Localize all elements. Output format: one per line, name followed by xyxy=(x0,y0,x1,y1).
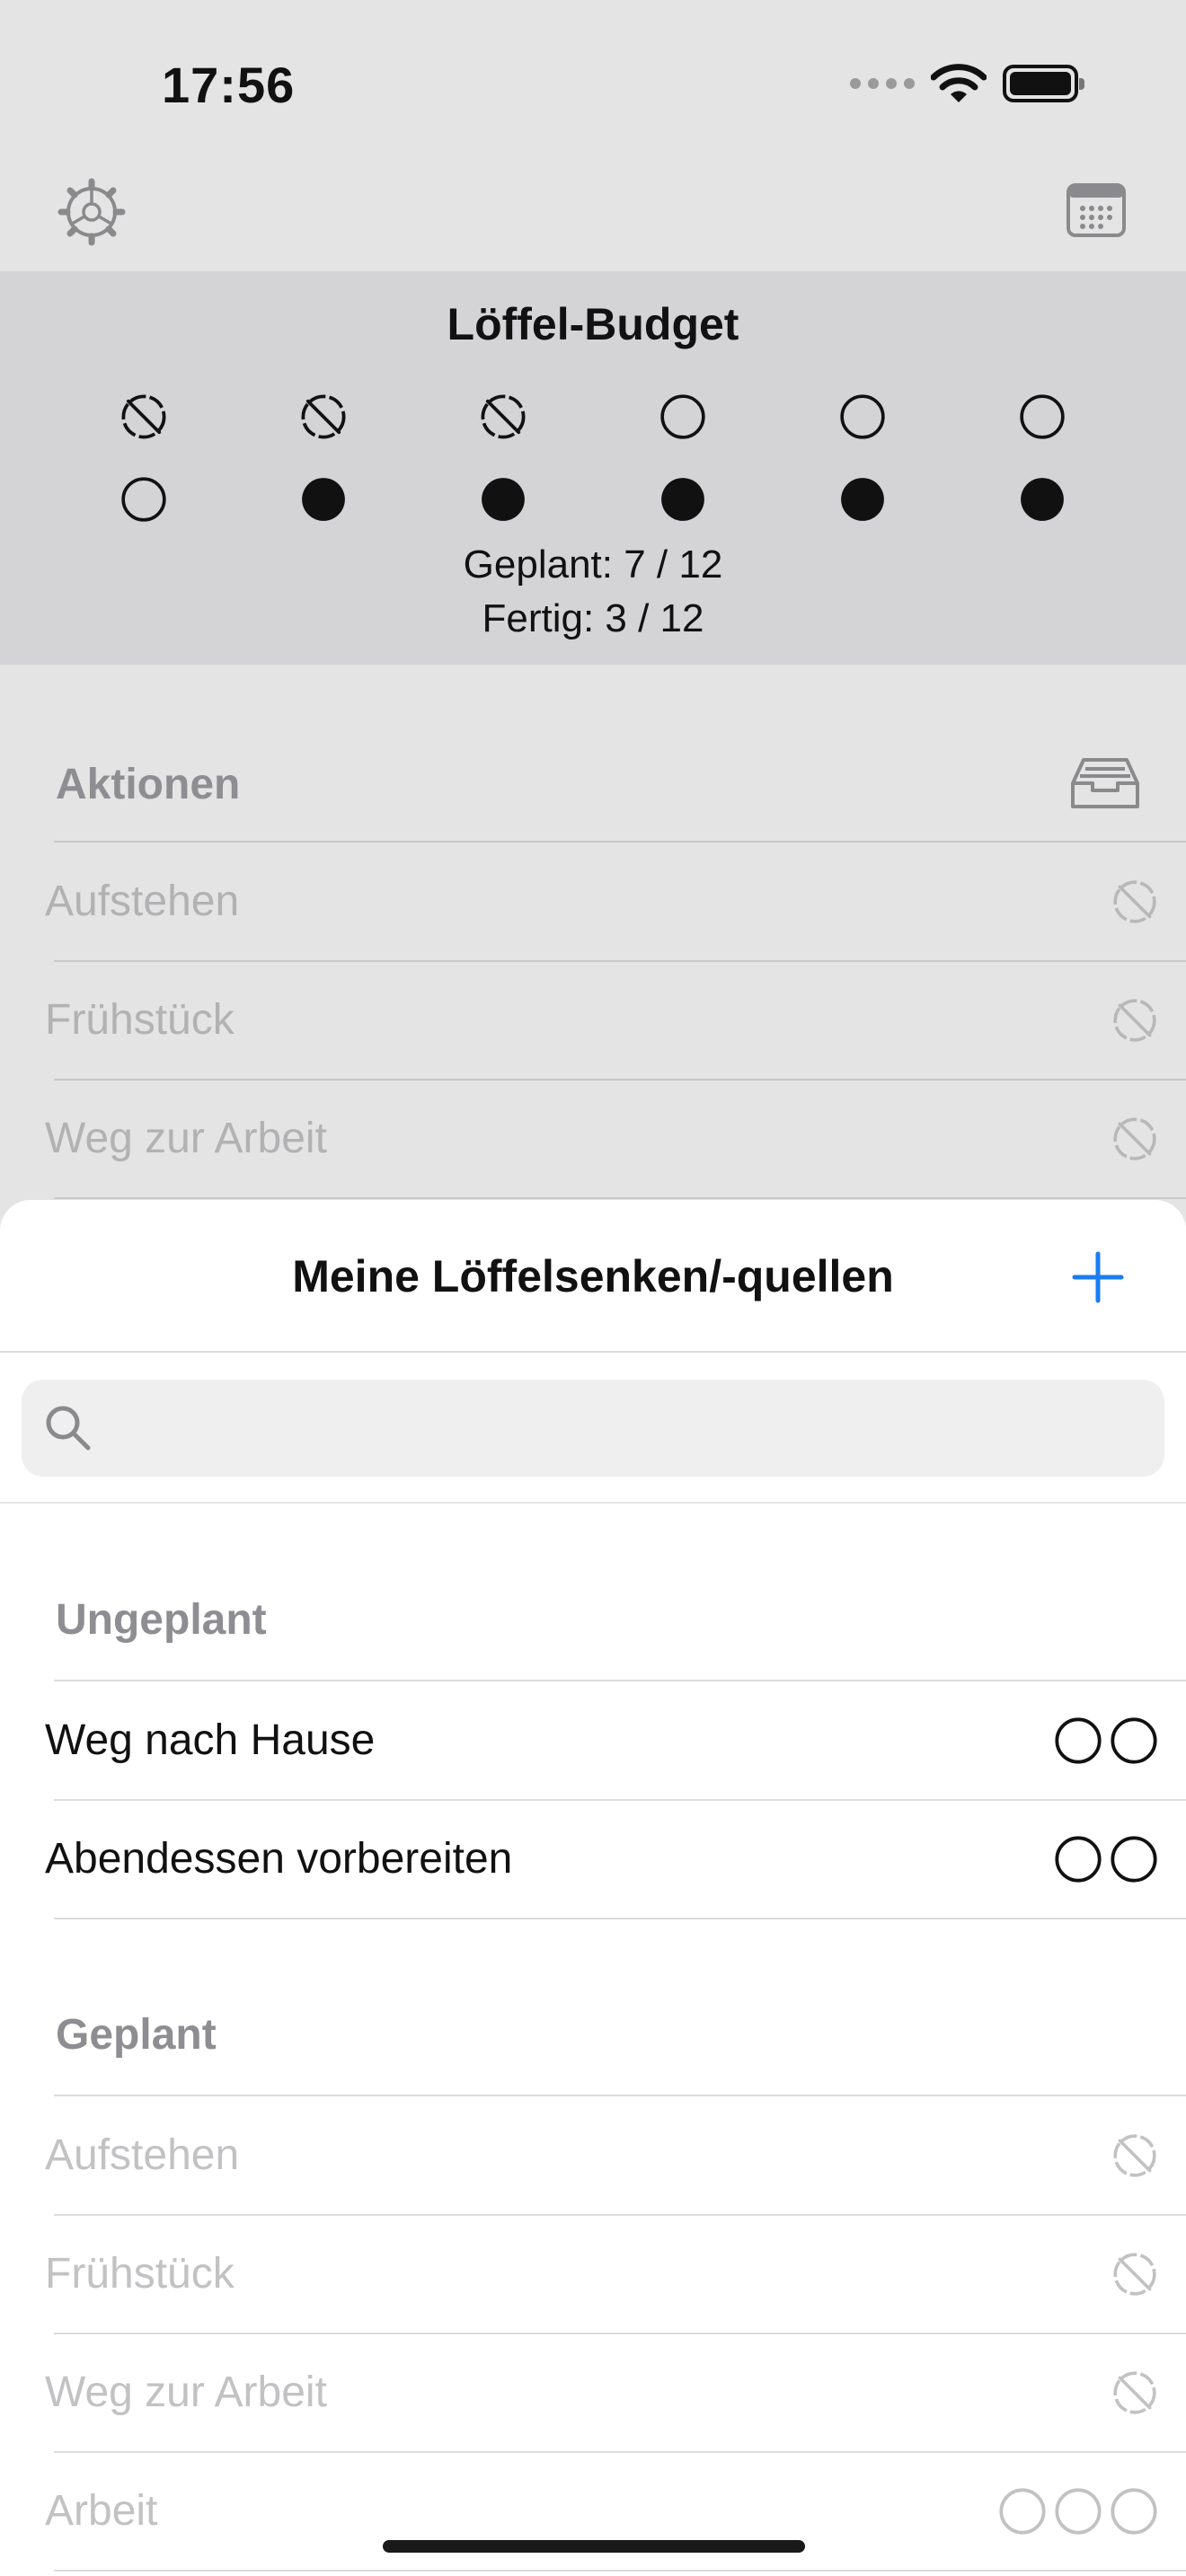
spoon-used-icon xyxy=(301,394,346,439)
unplanned-header: Ungeplant xyxy=(56,1596,267,1644)
divider xyxy=(0,1351,1186,1353)
search-icon xyxy=(46,1406,91,1451)
spoon-empty-icon xyxy=(1055,2488,1102,2535)
spoon-empty-icon xyxy=(999,2488,1046,2535)
spoon-slot xyxy=(952,475,1132,524)
spoon-filled-icon xyxy=(302,478,345,521)
list-item[interactable]: Abendessen vorbereiten xyxy=(0,1800,1186,1919)
search-input[interactable] xyxy=(111,1380,1139,1478)
inbox-tray-icon[interactable] xyxy=(1069,754,1141,812)
list-item-label: Frühstück xyxy=(45,996,235,1044)
list-item[interactable]: Arbeit xyxy=(0,2452,1186,2572)
spoon-filled-icon xyxy=(841,478,884,521)
planned-header: Geplant xyxy=(56,2011,217,2059)
spoon-row-bottom xyxy=(54,458,1132,541)
list-item[interactable]: Weg zur Arbeit xyxy=(0,1080,1186,1199)
divider xyxy=(0,1502,1186,1504)
spoon-used-icon xyxy=(1113,2134,1156,2177)
spoon-used-icon xyxy=(1113,2253,1156,2296)
spoon-cost xyxy=(997,2452,1159,2571)
divider xyxy=(54,1197,1186,1199)
status-indicators xyxy=(850,63,1084,104)
sheet-title: Meine Löffelsenken/-quellen xyxy=(292,1251,894,1301)
list-item[interactable]: Weg zur Arbeit xyxy=(0,2333,1186,2453)
cellular-signal-icon xyxy=(850,78,915,89)
plus-icon xyxy=(1072,1251,1124,1303)
search-field[interactable] xyxy=(22,1380,1164,1478)
done-count: Fertig: 3 / 12 xyxy=(482,596,704,640)
actions-header: Aktionen xyxy=(56,761,241,808)
list-item-label: Weg zur Arbeit xyxy=(45,1115,327,1162)
battery-icon xyxy=(1003,65,1084,102)
list-item-label: Weg nach Hause xyxy=(45,1716,376,1764)
spoon-empty-icon xyxy=(1111,1836,1157,1883)
home-indicator xyxy=(383,2540,805,2553)
spoon-filled-icon xyxy=(482,478,525,521)
spoon-used-icon xyxy=(1113,2371,1156,2414)
spoon-slot xyxy=(952,393,1132,441)
list-item-label: Aufstehen xyxy=(45,878,240,925)
spoon-empty-icon xyxy=(660,394,705,439)
spoon-grid xyxy=(54,375,1132,541)
list-item[interactable]: Frühstück xyxy=(0,2215,1186,2334)
list-item[interactable]: Weg nach Hause xyxy=(0,1681,1186,1801)
list-item-label: Aufstehen xyxy=(45,2131,240,2179)
settings-gear-icon[interactable] xyxy=(58,178,126,246)
spoon-slot xyxy=(593,475,773,524)
spoon-empty-icon xyxy=(1055,1717,1102,1764)
spoon-cost xyxy=(1111,842,1159,961)
spoon-cost xyxy=(1111,2215,1159,2333)
spoon-empty-icon xyxy=(1055,1836,1102,1883)
spoon-empty-icon xyxy=(121,477,166,522)
calendar-icon[interactable] xyxy=(1066,181,1127,239)
spoon-empty-icon xyxy=(1111,1717,1157,1764)
spoon-cost xyxy=(1053,1681,1159,1800)
spoon-slot xyxy=(413,475,593,524)
divider xyxy=(54,2570,1186,2572)
list-item-label: Arbeit xyxy=(45,2487,158,2535)
spoon-slot xyxy=(593,393,773,441)
spoon-slot xyxy=(773,475,952,524)
spoon-empty-icon xyxy=(1111,2488,1157,2535)
spoon-cost xyxy=(1053,1800,1159,1919)
spoon-used-icon xyxy=(481,394,526,439)
spoon-slot xyxy=(234,392,413,442)
spoon-used-icon xyxy=(121,394,166,439)
spoon-slot xyxy=(234,475,413,524)
spoon-cost xyxy=(1111,1080,1159,1198)
list-item-label: Frühstück xyxy=(45,2250,235,2298)
spoon-cost xyxy=(1111,2333,1159,2452)
list-item[interactable]: Frühstück xyxy=(0,961,1186,1081)
divider xyxy=(54,1918,1186,1919)
spoon-slot xyxy=(54,475,234,524)
list-item-label: Abendessen vorbereiten xyxy=(45,1835,513,1883)
spoon-used-icon xyxy=(1113,880,1156,923)
spoon-empty-icon xyxy=(840,394,885,439)
list-item-label: Weg zur Arbeit xyxy=(45,2369,327,2416)
spoon-used-icon xyxy=(1113,1117,1156,1160)
list-item[interactable]: Aufstehen xyxy=(0,842,1186,962)
status-time: 17:56 xyxy=(162,57,296,113)
wifi-icon xyxy=(931,64,987,102)
spoon-filled-icon xyxy=(1021,478,1064,521)
add-button[interactable] xyxy=(1064,1243,1132,1311)
spoon-row-top xyxy=(54,375,1132,458)
spoon-slot xyxy=(54,392,234,442)
spoon-sources-sheet: Meine Löffelsenken/-quellen Ungeplant We… xyxy=(0,1200,1186,2576)
list-item[interactable]: Aufstehen xyxy=(0,2096,1186,2216)
spoon-cost xyxy=(1111,2096,1159,2215)
spoon-slot xyxy=(773,393,952,441)
planned-count: Geplant: 7 / 12 xyxy=(463,543,723,587)
spoon-filled-icon xyxy=(661,478,704,521)
spoon-used-icon xyxy=(1113,999,1156,1042)
spoon-slot xyxy=(413,392,593,442)
spoon-cost xyxy=(1111,961,1159,1080)
budget-title: Löffel-Budget xyxy=(447,299,739,349)
spoon-empty-icon xyxy=(1020,394,1065,439)
